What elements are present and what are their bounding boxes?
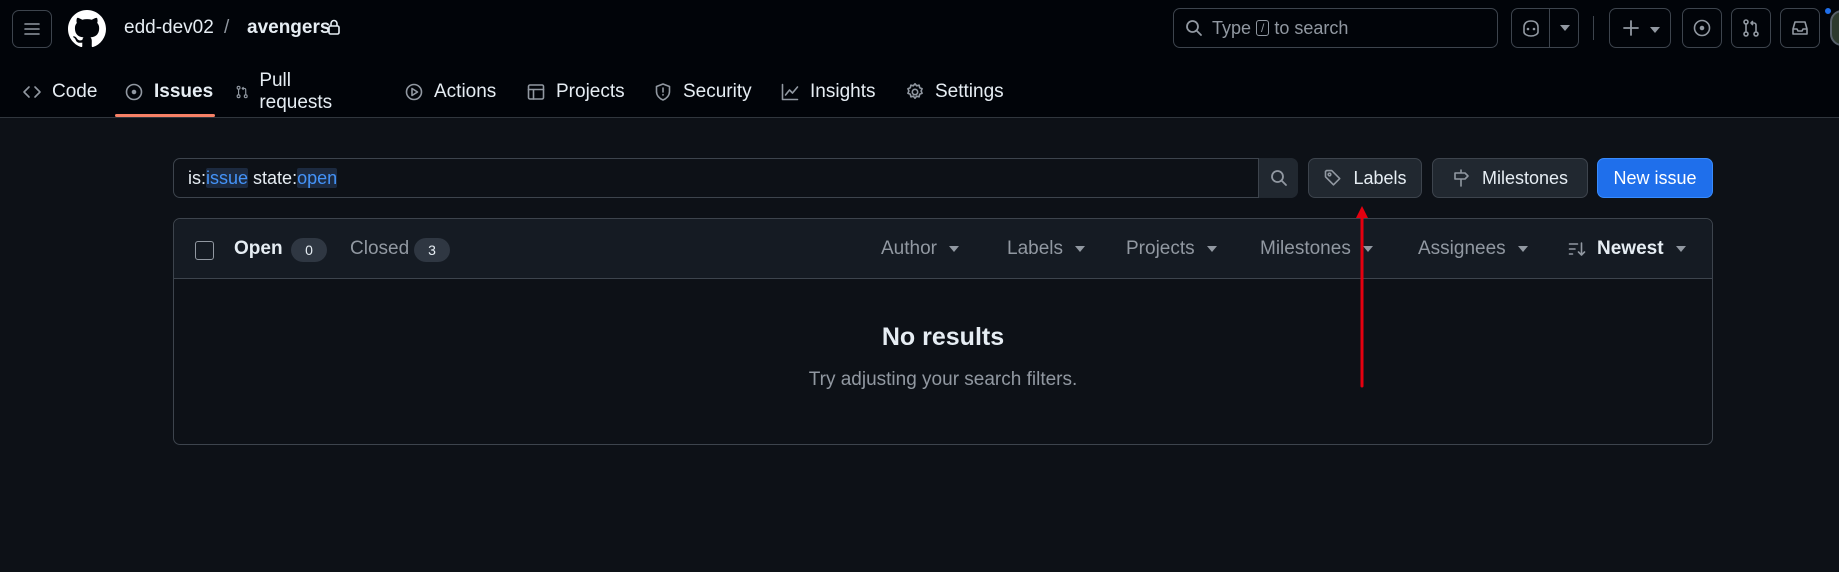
github-logo[interactable] bbox=[68, 10, 106, 48]
tab-issues-label: Issues bbox=[154, 81, 214, 102]
projects-filter-menu[interactable]: Projects bbox=[1126, 238, 1217, 260]
milestones-filter-label: Milestones bbox=[1260, 238, 1351, 259]
menu-button[interactable] bbox=[12, 10, 52, 48]
inbox-button[interactable] bbox=[1780, 8, 1820, 48]
github-mark-icon bbox=[68, 10, 106, 48]
tab-actions[interactable]: Actions bbox=[404, 66, 496, 118]
graph-icon bbox=[781, 83, 799, 101]
sort-desc-icon bbox=[1568, 242, 1586, 256]
tab-pull-requests[interactable]: Pull requests bbox=[235, 66, 338, 118]
search-placeholder-suffix: to search bbox=[1274, 17, 1349, 38]
tab-settings[interactable]: Settings bbox=[905, 66, 1004, 118]
breadcrumb-repo[interactable]: avengers bbox=[247, 17, 330, 39]
shield-icon bbox=[655, 83, 671, 101]
new-issue-button[interactable]: New issue bbox=[1597, 158, 1713, 198]
search-icon bbox=[1186, 20, 1202, 36]
copilot-menu-button[interactable] bbox=[1550, 9, 1579, 47]
tab-insights-label: Insights bbox=[810, 81, 876, 102]
chevron-down-icon bbox=[1650, 27, 1660, 33]
sort-menu-label: Newest bbox=[1597, 238, 1664, 259]
issue-opened-icon bbox=[1693, 19, 1711, 37]
issue-opened-icon bbox=[125, 83, 143, 101]
gear-icon bbox=[907, 83, 923, 99]
git-pull-request-icon bbox=[236, 85, 248, 99]
milestones-button[interactable]: Milestones bbox=[1432, 158, 1588, 198]
closed-count-badge: 3 bbox=[414, 238, 450, 262]
issues-list: Open 0 Closed 3 Author Labels Projects M… bbox=[173, 218, 1713, 445]
global-search-input[interactable]: Type / to search bbox=[1173, 8, 1498, 48]
code-icon bbox=[23, 86, 41, 98]
open-issues-tab[interactable]: Open bbox=[234, 238, 283, 260]
tab-security-label: Security bbox=[683, 81, 752, 102]
tab-actions-label: Actions bbox=[434, 81, 497, 102]
inbox-icon bbox=[1792, 21, 1808, 35]
breadcrumb-owner[interactable]: edd-dev02 bbox=[124, 17, 214, 39]
closed-issues-tab[interactable]: Closed bbox=[350, 238, 409, 260]
labels-filter-menu[interactable]: Labels bbox=[1007, 238, 1085, 260]
avatar[interactable] bbox=[1830, 10, 1839, 46]
new-issue-button-label: New issue bbox=[1613, 167, 1697, 188]
tab-issues[interactable]: Issues bbox=[124, 66, 213, 118]
empty-state-title: No results bbox=[881, 323, 1005, 351]
filter-is-key: is: bbox=[188, 168, 206, 188]
hamburger-icon bbox=[24, 23, 40, 35]
chevron-down-icon bbox=[948, 246, 959, 252]
tab-security[interactable]: Security bbox=[653, 66, 752, 118]
tab-code[interactable]: Code bbox=[22, 66, 97, 118]
tab-projects-label: Projects bbox=[556, 81, 625, 102]
annotation-arrow-icon bbox=[1356, 206, 1368, 388]
search-placeholder-prefix: Type bbox=[1212, 17, 1252, 38]
select-all-checkbox[interactable] bbox=[195, 241, 214, 260]
tab-settings-label: Settings bbox=[935, 81, 1004, 102]
labels-button[interactable]: Labels bbox=[1308, 158, 1422, 198]
tab-pull-requests-label: Pull requests bbox=[259, 70, 333, 113]
header-row: edd-dev02 / avengers Type / to search bbox=[0, 0, 1839, 58]
author-filter-label: Author bbox=[881, 238, 937, 259]
play-icon bbox=[405, 83, 423, 101]
tab-code-label: Code bbox=[52, 81, 98, 102]
tab-insights[interactable]: Insights bbox=[780, 66, 875, 118]
open-count-badge: 0 bbox=[291, 238, 327, 262]
filter-state-key: state: bbox=[253, 168, 298, 188]
chevron-down-icon bbox=[1675, 246, 1686, 252]
breadcrumb-separator: / bbox=[224, 17, 230, 38]
milestone-icon bbox=[1454, 169, 1469, 187]
issues-list-header: Open 0 Closed 3 Author Labels Projects M… bbox=[174, 219, 1712, 279]
issues-filter-input[interactable]: is:issue state:open bbox=[173, 158, 1298, 198]
assignees-filter-menu[interactable]: Assignees bbox=[1418, 238, 1528, 260]
filter-search-button[interactable] bbox=[1258, 158, 1298, 198]
copilot-icon bbox=[1522, 20, 1539, 37]
tab-projects[interactable]: Projects bbox=[526, 66, 625, 118]
filter-query: is:issue state:open bbox=[188, 168, 338, 189]
issues-shortcut-button[interactable] bbox=[1682, 8, 1722, 48]
author-filter-menu[interactable]: Author bbox=[881, 238, 959, 260]
header-divider bbox=[1593, 16, 1594, 40]
chevron-down-icon bbox=[1206, 246, 1217, 252]
filter-is-value: issue bbox=[206, 168, 249, 188]
labels-button-label: Labels bbox=[1353, 167, 1407, 188]
plus-icon bbox=[1623, 20, 1639, 36]
active-tab-indicator bbox=[115, 114, 215, 117]
labels-filter-label: Labels bbox=[1007, 238, 1063, 259]
chevron-down-icon bbox=[1559, 25, 1570, 31]
projects-filter-label: Projects bbox=[1126, 238, 1195, 259]
chevron-down-icon bbox=[1075, 246, 1085, 252]
pull-requests-shortcut-button[interactable] bbox=[1731, 8, 1771, 48]
empty-state-subtitle: Try adjusting your search filters. bbox=[808, 369, 1078, 390]
tag-icon bbox=[1325, 169, 1341, 186]
create-new-button[interactable] bbox=[1609, 8, 1671, 48]
table-icon bbox=[527, 84, 545, 100]
chevron-down-icon bbox=[1517, 246, 1528, 252]
search-shortcut-key: / bbox=[1256, 20, 1270, 36]
filter-state-value: open bbox=[297, 168, 338, 188]
search-icon bbox=[1270, 170, 1287, 186]
milestones-button-label: Milestones bbox=[1481, 167, 1569, 188]
git-pull-request-icon bbox=[1743, 19, 1759, 37]
assignees-filter-label: Assignees bbox=[1418, 238, 1506, 259]
lock-icon bbox=[328, 19, 340, 35]
global-header: edd-dev02 / avengers Type / to search Co… bbox=[0, 0, 1839, 118]
sort-menu[interactable]: Newest bbox=[1567, 238, 1686, 260]
copilot-button[interactable] bbox=[1512, 9, 1549, 47]
copilot-button-group bbox=[1511, 8, 1579, 48]
